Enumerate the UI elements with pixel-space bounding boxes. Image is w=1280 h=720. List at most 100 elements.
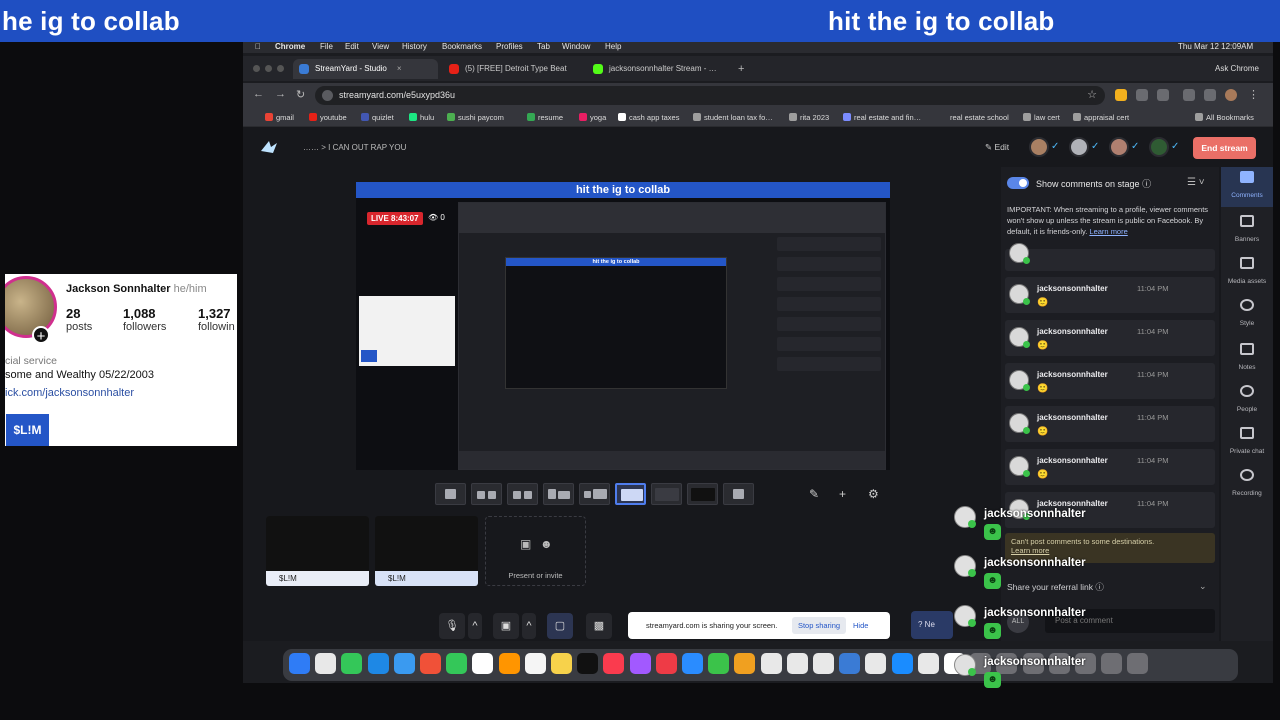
menu-tab[interactable]: Tab <box>537 42 550 51</box>
layout-sidebar[interactable] <box>579 483 610 505</box>
dock-app-icon[interactable] <box>629 653 651 674</box>
dock-app-icon[interactable] <box>498 653 520 674</box>
breadcrumb[interactable]: …… > I CAN OUT RAP YOU <box>303 143 406 152</box>
bookmark-sushi-paycom[interactable]: sushi paycom <box>447 113 504 122</box>
bookmark-quizlet[interactable]: quizlet <box>361 113 394 122</box>
followers-stat[interactable]: 1,088 followers <box>123 306 166 333</box>
dock-app-icon[interactable] <box>446 653 468 674</box>
site-info-icon[interactable] <box>322 90 333 101</box>
menu-bookmarks[interactable]: Bookmarks <box>442 42 482 51</box>
bookmark-rita[interactable]: rita 2023 <box>789 113 829 122</box>
apple-icon[interactable]:  <box>255 42 261 51</box>
chevron-up-icon[interactable]: ^ <box>468 613 482 639</box>
tab-kick[interactable]: jacksonsonnhalter Stream - … <box>587 59 732 79</box>
following-stat[interactable]: 1,327 followin <box>198 306 235 333</box>
menu-edit[interactable]: Edit <box>345 42 359 51</box>
dock-app-icon[interactable] <box>786 653 808 674</box>
rail-media-assets[interactable]: Media assets <box>1221 253 1273 293</box>
dock-app-icon[interactable] <box>289 653 310 674</box>
profile-link[interactable]: ick.com/jacksonsonnhalter <box>5 387 134 399</box>
chevron-down-icon[interactable]: ⌄ <box>1199 581 1207 592</box>
slim-button[interactable]: $L!M <box>6 414 49 446</box>
present-icon[interactable]: ▩ <box>586 613 612 639</box>
bookmark-student-loan[interactable]: student loan tax fo… <box>693 113 773 122</box>
dock-app-icon[interactable] <box>367 653 389 674</box>
extension-icon[interactable] <box>1183 89 1195 101</box>
zoom-window-dot[interactable] <box>277 65 284 72</box>
rail-comments[interactable]: Comments <box>1221 167 1273 207</box>
bookmark-real-estate-fin[interactable]: real estate and fin… <box>843 113 921 122</box>
present-or-invite-button[interactable]: ▣ ☻ Present or invite <box>485 516 586 586</box>
dock-app-icon[interactable] <box>813 653 834 674</box>
dock-app-icon[interactable] <box>839 653 861 674</box>
edit-button[interactable]: ✎ Edit <box>985 142 1009 153</box>
rail-people[interactable]: People <box>1221 381 1273 421</box>
comment-item[interactable]: jacksonsonnhalter 11:04 PM 🙂 <box>1005 320 1215 356</box>
kebab-menu-icon[interactable]: ⋮ <box>1248 88 1259 101</box>
source-thumbnail[interactable]: $L!M <box>266 516 369 586</box>
reload-icon[interactable]: ↻ <box>296 88 305 101</box>
destination-avatar[interactable] <box>1069 137 1089 157</box>
new-tab-button[interactable]: + <box>738 63 744 75</box>
stop-sharing-button[interactable]: Stop sharing <box>792 617 846 634</box>
comment-item[interactable]: jacksonsonnhalter 11:04 PM 🙂 <box>1005 406 1215 442</box>
layout-group[interactable] <box>471 483 502 505</box>
bookmark-hulu[interactable]: hulu <box>409 113 434 122</box>
extensions-puzzle-icon[interactable] <box>1157 89 1169 101</box>
forward-icon[interactable]: → <box>275 88 286 100</box>
gear-icon[interactable]: ⚙ <box>868 487 879 501</box>
help-button[interactable]: ? Ne <box>911 611 953 639</box>
rail-notes[interactable]: Notes <box>1221 339 1273 379</box>
layout-cinema[interactable] <box>687 483 718 505</box>
screen-share-toggle-icon[interactable]: ▢ <box>547 613 573 639</box>
bookmark-law-cert[interactable]: law cert <box>1023 113 1060 122</box>
bookmark-resume[interactable]: resume <box>527 113 563 122</box>
microphone-icon[interactable]: 🎙 <box>439 613 465 639</box>
show-comments-toggle[interactable]: Show comments on stage ⓘ <box>1007 177 1151 190</box>
bookmark-yoga[interactable]: yoga <box>579 113 606 122</box>
layout-screen-share[interactable] <box>615 483 646 505</box>
menu-help[interactable]: Help <box>605 42 621 51</box>
rail-banners[interactable]: Banners <box>1221 211 1273 251</box>
dock-app-icon[interactable] <box>734 653 756 674</box>
end-stream-button[interactable]: End stream <box>1193 137 1256 159</box>
dock-app-icon[interactable] <box>708 653 730 674</box>
close-window-dot[interactable] <box>253 65 260 72</box>
layout-leader[interactable] <box>543 483 574 505</box>
back-icon[interactable]: ← <box>253 88 264 100</box>
comment-item[interactable] <box>1005 243 1215 271</box>
all-bookmarks[interactable]: All Bookmarks <box>1195 113 1254 122</box>
tab-youtube[interactable]: (5) [FREE] Detroit Type Beat <box>443 59 585 79</box>
menu-profiles[interactable]: Profiles <box>496 42 523 51</box>
plus-icon[interactable]: + <box>839 487 846 501</box>
rail-private-chat[interactable]: Private chat <box>1221 423 1273 463</box>
dock-app-icon[interactable] <box>682 653 703 674</box>
comment-item[interactable]: jacksonsonnhalter 11:04 PM 🙂 <box>1005 449 1215 485</box>
layout-group-2[interactable] <box>507 483 538 505</box>
layout-fullscreen[interactable] <box>651 483 682 505</box>
stage-preview[interactable]: hit the ig to collab LIVE 8:43:07 👁 0 hi… <box>356 182 890 470</box>
streamyard-logo-icon[interactable] <box>259 139 279 155</box>
menubar-app-name[interactable]: Chrome <box>275 42 305 51</box>
dock-app-icon[interactable] <box>315 653 337 674</box>
learn-more-link[interactable]: Learn more <box>1089 227 1127 236</box>
bookmark-star-icon[interactable]: ☆ <box>1087 88 1097 101</box>
dock-app-icon[interactable] <box>551 653 572 674</box>
dock-app-icon[interactable] <box>393 653 415 674</box>
dock-app-icon[interactable] <box>472 653 494 674</box>
dock-app-icon[interactable] <box>577 653 599 674</box>
destination-avatar[interactable] <box>1029 137 1049 157</box>
destination-avatar[interactable] <box>1149 137 1169 157</box>
filter-icon[interactable]: ☰ ˅ <box>1187 177 1205 188</box>
bookmark-gmail[interactable]: gmail <box>265 113 294 122</box>
close-icon[interactable]: × <box>397 64 402 73</box>
chevron-up-icon[interactable]: ^ <box>522 613 536 639</box>
dock-app-icon[interactable] <box>655 653 677 674</box>
extension-icon[interactable] <box>1136 89 1148 101</box>
dock-app-icon[interactable] <box>760 653 782 674</box>
dock-app-icon[interactable] <box>420 653 441 674</box>
pencil-icon[interactable]: ✎ <box>809 487 819 501</box>
dock-app-icon[interactable] <box>891 653 913 674</box>
hide-button[interactable]: Hide <box>853 621 868 630</box>
ask-chrome-button[interactable]: Ask Chrome <box>1215 64 1259 73</box>
